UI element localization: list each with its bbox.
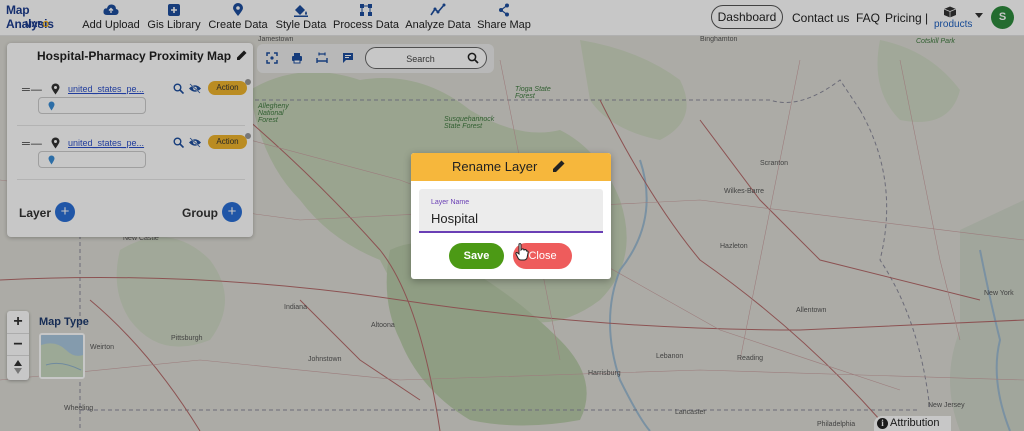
layer-name-field[interactable]: Layer Name	[419, 189, 603, 233]
rename-layer-dialog: Rename Layer Layer Name Save Close	[411, 153, 611, 279]
save-button[interactable]: Save	[449, 243, 504, 269]
layer-name-label: Layer Name	[431, 199, 470, 206]
layer-name-input[interactable]	[431, 209, 591, 227]
dialog-title: Rename Layer	[452, 159, 538, 174]
hand-cursor-icon	[515, 243, 529, 261]
dialog-header: Rename Layer	[411, 153, 611, 181]
edit-pencil-icon	[553, 160, 565, 172]
